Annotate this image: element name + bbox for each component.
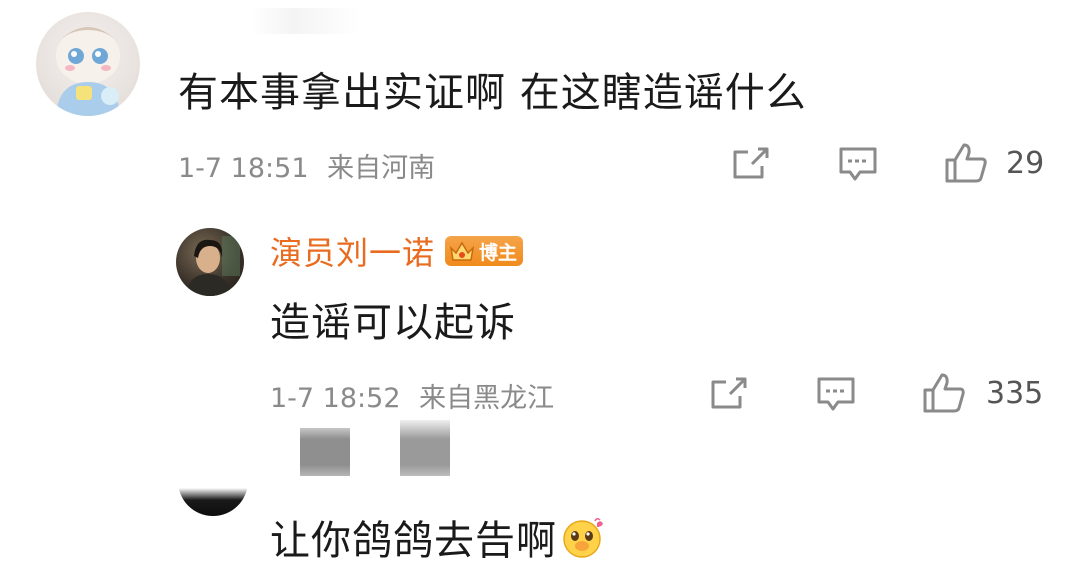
reply-text-content: 让你鸽鸽去告啊: [270, 518, 557, 564]
comment-meta: 1-7 18:51 来自河南: [178, 146, 435, 185]
share-icon[interactable]: [710, 376, 748, 410]
avatar-actor-image: [186, 236, 240, 296]
reply-header: 演员刘一诺 博主: [270, 228, 524, 274]
comment-time: 1-7 18:51: [178, 153, 309, 184]
comment-icon[interactable]: [816, 376, 856, 414]
avatar[interactable]: [178, 476, 248, 516]
reply-text: 让你鸽鸽去告啊: [270, 508, 605, 566]
like-count: 335: [986, 376, 1044, 411]
username-redacted: [250, 8, 360, 34]
like-icon[interactable]: [944, 142, 988, 184]
comment-text: 有本事拿出实证啊 在这瞎造谣什么: [178, 70, 807, 116]
reply-text: 造谣可以起诉: [270, 300, 516, 346]
username-link[interactable]: 演员刘一诺: [270, 228, 435, 274]
redaction-overlay: [270, 420, 490, 484]
emoji-icon: [563, 517, 603, 558]
comment-icon[interactable]: [838, 146, 878, 184]
share-icon[interactable]: [732, 146, 770, 180]
reply-location: 来自黑龙江: [419, 383, 555, 414]
comment-location: 来自河南: [327, 153, 436, 184]
avatar[interactable]: [176, 228, 244, 296]
reply-time: 1-7 18:52: [270, 383, 401, 414]
blogger-badge: 博主: [445, 236, 524, 266]
badge-label: 博主: [479, 241, 518, 264]
reply-meta: 1-7 18:52 来自黑龙江: [270, 376, 554, 415]
avatar-plush-image: [56, 27, 120, 116]
like-icon[interactable]: [922, 372, 966, 414]
avatar[interactable]: [36, 12, 140, 116]
crown-icon: [449, 241, 475, 261]
like-count: 29: [1006, 146, 1045, 181]
